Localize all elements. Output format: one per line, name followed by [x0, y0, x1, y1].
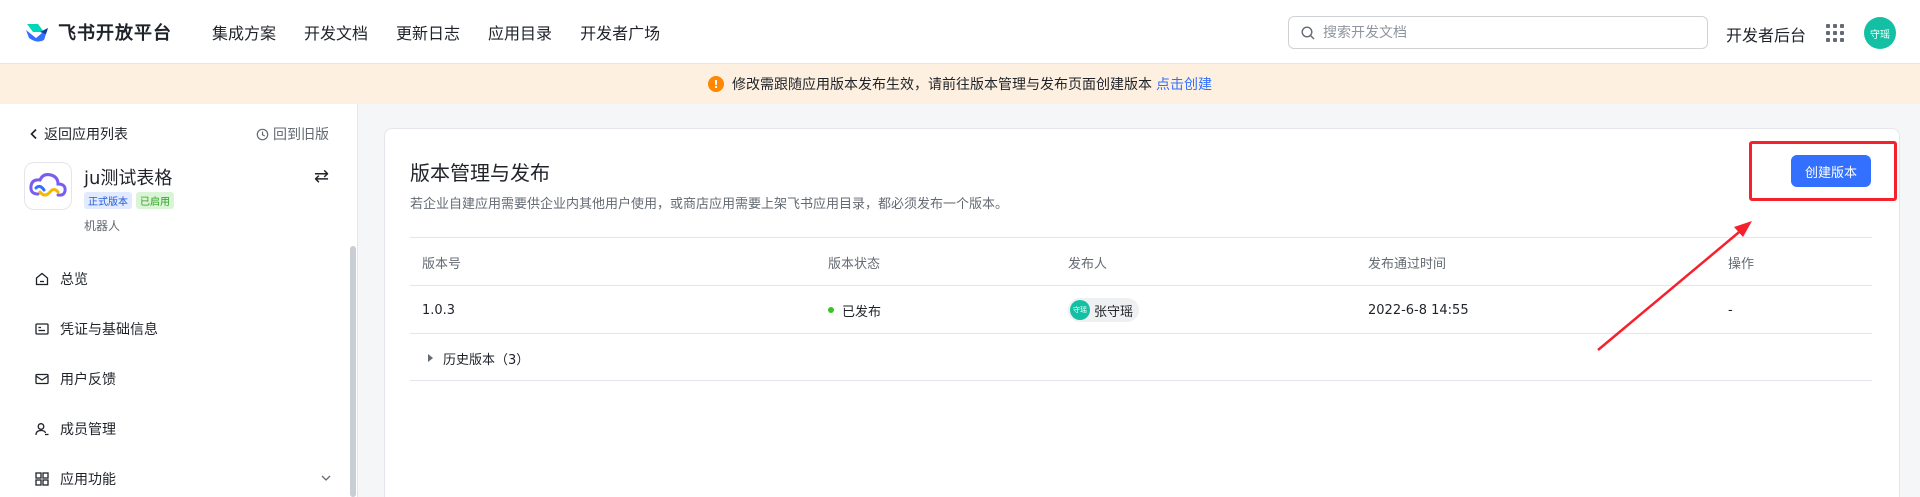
- app-logo: [24, 162, 72, 210]
- publisher-avatar: 守瑶: [1070, 300, 1090, 320]
- version-number: 1.0.3: [422, 302, 456, 318]
- search-box[interactable]: [1288, 16, 1708, 49]
- sidebar-item-label: 成员管理: [60, 422, 116, 438]
- publisher-cell: 守瑶 张守瑶: [1068, 286, 1140, 334]
- sidebar-scrollbar[interactable]: [350, 246, 356, 497]
- table-header-row: 版本号 版本状态 发布人 发布通过时间 操作: [410, 237, 1872, 285]
- back-to-app-list-link[interactable]: 返回应用列表: [28, 124, 128, 144]
- header-publisher: 发布人: [1068, 256, 1108, 272]
- publisher-name: 张守瑶: [1094, 304, 1134, 320]
- sidebar-item-app-features[interactable]: 应用功能: [0, 454, 350, 497]
- header-version: 版本号: [422, 256, 462, 272]
- app-type: 机器人: [84, 219, 121, 233]
- history-label: 历史版本（3）: [443, 352, 530, 368]
- main-nav: 集成方案 开发文档 更新日志 应用目录 开发者广场: [212, 20, 688, 44]
- app-grid-icon[interactable]: [1826, 24, 1844, 42]
- nav-changelog[interactable]: 更新日志: [396, 20, 460, 44]
- back-label: 返回应用列表: [44, 127, 128, 143]
- sidebar-item-label: 凭证与基础信息: [60, 322, 158, 338]
- sidebar: 返回应用列表 回到旧版 ju测试表格 ⇄ 正式版本 已启用 机器人 总览 凭证与…: [0, 104, 358, 497]
- switch-app-icon[interactable]: ⇄: [314, 166, 329, 187]
- nav-app-directory[interactable]: 应用目录: [488, 20, 552, 44]
- brand-name: 飞书开放平台: [58, 22, 172, 44]
- nav-docs[interactable]: 开发文档: [304, 20, 368, 44]
- cloud-logo-icon: [29, 173, 67, 197]
- sidebar-item-label: 总览: [60, 272, 88, 288]
- notice-banner: ! 修改需跟随应用版本发布生效，请前往版本管理与发布页面创建版本 点击创建: [0, 64, 1920, 104]
- sidebar-item-feedback[interactable]: 用户反馈: [0, 354, 350, 404]
- brand-logo[interactable]: 飞书开放平台: [24, 19, 172, 45]
- notice-text: 修改需跟随应用版本发布生效，请前往版本管理与发布页面创建版本: [732, 77, 1152, 93]
- app-name: ju测试表格: [84, 168, 173, 189]
- history-toggle[interactable]: 历史版本（3）: [410, 334, 529, 382]
- warning-icon: !: [708, 76, 724, 92]
- page-description: 若企业自建应用需要供企业内其他用户使用，或商店应用需要上架飞书应用目录，都必须发…: [410, 197, 1009, 212]
- sidebar-menu: 总览 凭证与基础信息 用户反馈 成员管理 应用功能: [0, 254, 350, 497]
- apps-icon: [35, 472, 49, 486]
- user-icon: [35, 423, 49, 436]
- version-status: 已发布: [828, 286, 881, 334]
- app-tags: 正式版本 已启用: [84, 192, 178, 209]
- publish-time: 2022-6-8 14:55: [1368, 302, 1469, 318]
- caret-right-icon: [428, 354, 433, 362]
- sidebar-item-label: 用户反馈: [60, 372, 116, 388]
- history-versions-row[interactable]: 历史版本（3）: [410, 333, 1872, 381]
- chevron-down-icon[interactable]: [320, 472, 332, 484]
- sidebar-item-overview[interactable]: 总览: [0, 254, 350, 304]
- history-icon: [256, 128, 269, 140]
- nav-solutions[interactable]: 集成方案: [212, 20, 276, 44]
- search-input[interactable]: [1323, 24, 1693, 41]
- header-publish-time: 发布通过时间: [1368, 256, 1447, 272]
- sidebar-item-members[interactable]: 成员管理: [0, 404, 350, 454]
- sidebar-item-label: 应用功能: [60, 472, 116, 488]
- developer-console-link[interactable]: 开发者后台: [1726, 22, 1806, 46]
- page-title: 版本管理与发布: [410, 161, 550, 185]
- sidebar-item-credentials[interactable]: 凭证与基础信息: [0, 304, 350, 354]
- back-to-old-version-link[interactable]: 回到旧版: [256, 124, 329, 144]
- create-version-button[interactable]: 创建版本: [1791, 155, 1871, 187]
- row-action: -: [1728, 302, 1733, 318]
- publisher-chip[interactable]: 守瑶 张守瑶: [1068, 298, 1140, 322]
- top-navbar: 飞书开放平台 集成方案 开发文档 更新日志 应用目录 开发者广场 开发者后台 守…: [0, 0, 1920, 64]
- search-icon: [1301, 25, 1315, 39]
- version-management-card: 版本管理与发布 若企业自建应用需要供企业内其他用户使用，或商店应用需要上架飞书应…: [384, 128, 1900, 497]
- version-table: 版本号 版本状态 发布人 发布通过时间 操作 1.0.3 已发布 守瑶 张守瑶 …: [410, 237, 1872, 381]
- old-version-label: 回到旧版: [273, 127, 329, 143]
- tag-official-version: 正式版本: [84, 192, 132, 209]
- nav-dev-square[interactable]: 开发者广场: [580, 20, 660, 44]
- chevron-left-icon: [30, 128, 37, 140]
- home-icon: [35, 272, 49, 286]
- tag-enabled: 已启用: [136, 192, 174, 209]
- credential-icon: [35, 323, 49, 335]
- notice-create-link[interactable]: 点击创建: [1156, 74, 1212, 94]
- table-row: 1.0.3 已发布 守瑶 张守瑶 2022-6-8 14:55 -: [410, 285, 1872, 333]
- user-avatar[interactable]: 守瑶: [1864, 17, 1896, 49]
- header-status: 版本状态: [828, 256, 881, 272]
- header-action: 操作: [1728, 256, 1755, 272]
- status-dot-icon: [828, 307, 834, 313]
- status-label: 已发布: [842, 304, 882, 320]
- feishu-logo-icon: [26, 23, 48, 42]
- mail-icon: [35, 373, 49, 385]
